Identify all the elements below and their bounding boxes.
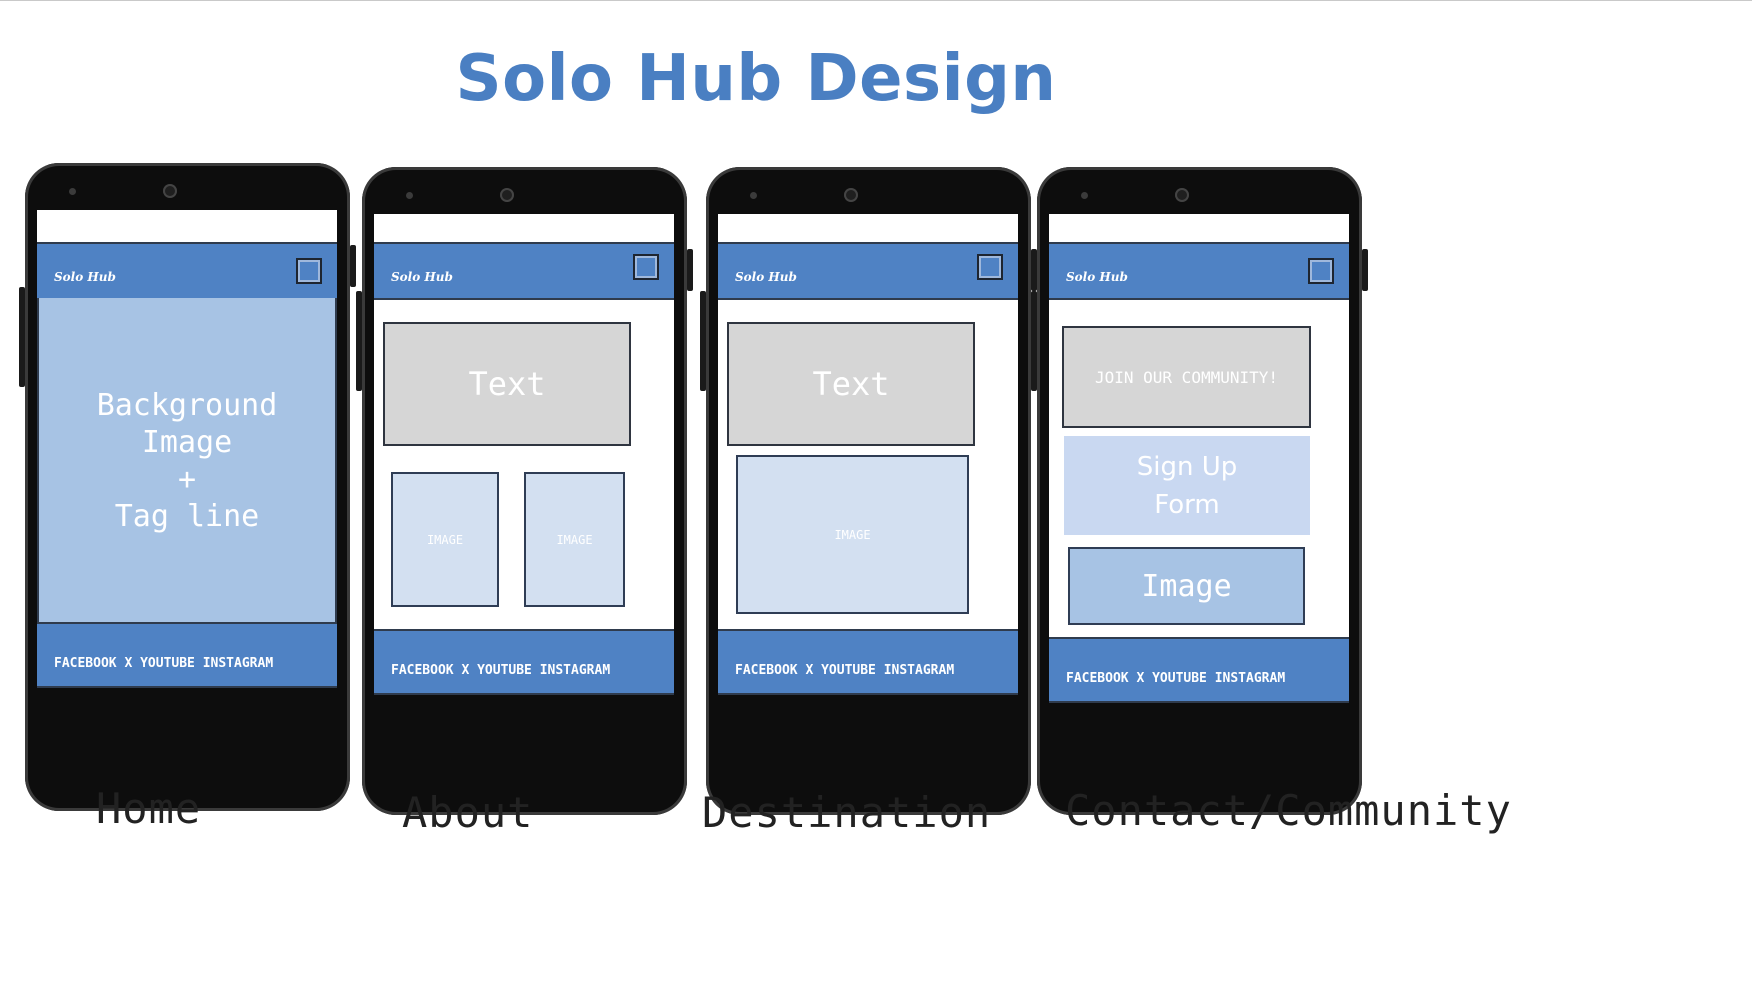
square-menu-icon[interactable] [296, 258, 322, 284]
footer-social-links[interactable]: FACEBOOK X YOUTUBE INSTAGRAM [54, 656, 273, 671]
hero-line: Background [96, 388, 278, 423]
image-label: Image [1141, 568, 1232, 604]
caption-home: Home [96, 784, 202, 833]
caption-contact: Contact/Community [1065, 786, 1512, 835]
join-label: JOIN OUR COMMUNITY! [1094, 367, 1279, 387]
signup-label: Form [1154, 489, 1220, 520]
phone-about: Solo Hub Text IMAGE IMAGE FACEBOOK X YOU… [356, 167, 693, 815]
status-bar [37, 210, 337, 244]
square-menu-icon[interactable] [633, 254, 659, 280]
page-title: Solo Hub Design [455, 42, 1057, 116]
site-footer: FACEBOOK X YOUTUBE INSTAGRAM [37, 622, 337, 688]
site-header: Solo Hub [374, 242, 674, 300]
camera-icon [1175, 188, 1189, 202]
logo[interactable]: Solo Hub [54, 270, 116, 284]
phone-screen: Solo Hub JOIN OUR COMMUNITY! Sign Up For… [1049, 214, 1349, 703]
hero-line: Tag line [114, 499, 260, 534]
site-header: Solo Hub [718, 242, 1018, 300]
volume-button [19, 287, 25, 387]
signup-label: Sign Up [1136, 451, 1238, 482]
phone-screen: Solo Hub Text IMAGE FACEBOOK X YOUTUBE I… [718, 214, 1018, 695]
power-button [1362, 249, 1368, 291]
hero-background: Background Image + Tag line [37, 298, 337, 624]
hero-line: Image [141, 425, 233, 460]
logo[interactable]: Solo Hub [391, 270, 453, 284]
site-header: Solo Hub [1049, 242, 1349, 300]
logo[interactable]: Solo Hub [1066, 270, 1128, 284]
text-block: Text [383, 322, 631, 446]
phone-destination: Solo Hub Text IMAGE FACEBOOK X YOUTUBE I… [700, 167, 1037, 815]
sensor-icon [1081, 192, 1088, 199]
camera-icon [163, 184, 177, 198]
square-menu-icon[interactable] [1308, 258, 1334, 284]
hero-line: + [177, 462, 197, 497]
text-block: Text [727, 322, 975, 446]
text-label: Text [468, 365, 546, 403]
logo[interactable]: Solo Hub [735, 270, 797, 284]
top-divider [0, 0, 1752, 1]
image-placeholder-left: IMAGE [391, 472, 499, 607]
camera-icon [500, 188, 514, 202]
square-menu-icon[interactable] [977, 254, 1003, 280]
phone-screen: Solo Hub Background Image + Tag line FAC… [37, 210, 337, 688]
image-label: IMAGE [834, 527, 871, 542]
power-button [687, 249, 693, 291]
phone-contact: Solo Hub JOIN OUR COMMUNITY! Sign Up For… [1031, 167, 1368, 815]
phone-home: Solo Hub Background Image + Tag line FAC… [19, 163, 356, 811]
site-footer: FACEBOOK X YOUTUBE INSTAGRAM [1049, 637, 1349, 703]
power-button [350, 245, 356, 287]
footer-social-links[interactable]: FACEBOOK X YOUTUBE INSTAGRAM [735, 663, 954, 678]
signup-form[interactable]: Sign Up Form [1064, 436, 1310, 535]
sensor-icon [406, 192, 413, 199]
site-footer: FACEBOOK X YOUTUBE INSTAGRAM [718, 629, 1018, 695]
sensor-icon [69, 188, 76, 195]
volume-button [1031, 291, 1037, 391]
volume-button [700, 291, 706, 391]
sensor-icon [750, 192, 757, 199]
text-label: Text [812, 365, 890, 403]
footer-social-links[interactable]: FACEBOOK X YOUTUBE INSTAGRAM [1066, 671, 1285, 686]
join-banner: JOIN OUR COMMUNITY! [1062, 326, 1311, 428]
image-placeholder: Image [1068, 547, 1305, 625]
footer-social-links[interactable]: FACEBOOK X YOUTUBE INSTAGRAM [391, 663, 610, 678]
site-header: Solo Hub [37, 242, 337, 300]
caption-about: About [402, 788, 534, 837]
image-label: IMAGE [556, 532, 593, 547]
image-placeholder: IMAGE [736, 455, 969, 614]
image-placeholder-right: IMAGE [524, 472, 625, 607]
site-footer: FACEBOOK X YOUTUBE INSTAGRAM [374, 629, 674, 695]
image-label: IMAGE [426, 532, 464, 547]
volume-button [356, 291, 362, 391]
camera-icon [844, 188, 858, 202]
caption-destination: Destination [702, 788, 992, 837]
phone-screen: Solo Hub Text IMAGE IMAGE FACEBOOK X YOU… [374, 214, 674, 695]
